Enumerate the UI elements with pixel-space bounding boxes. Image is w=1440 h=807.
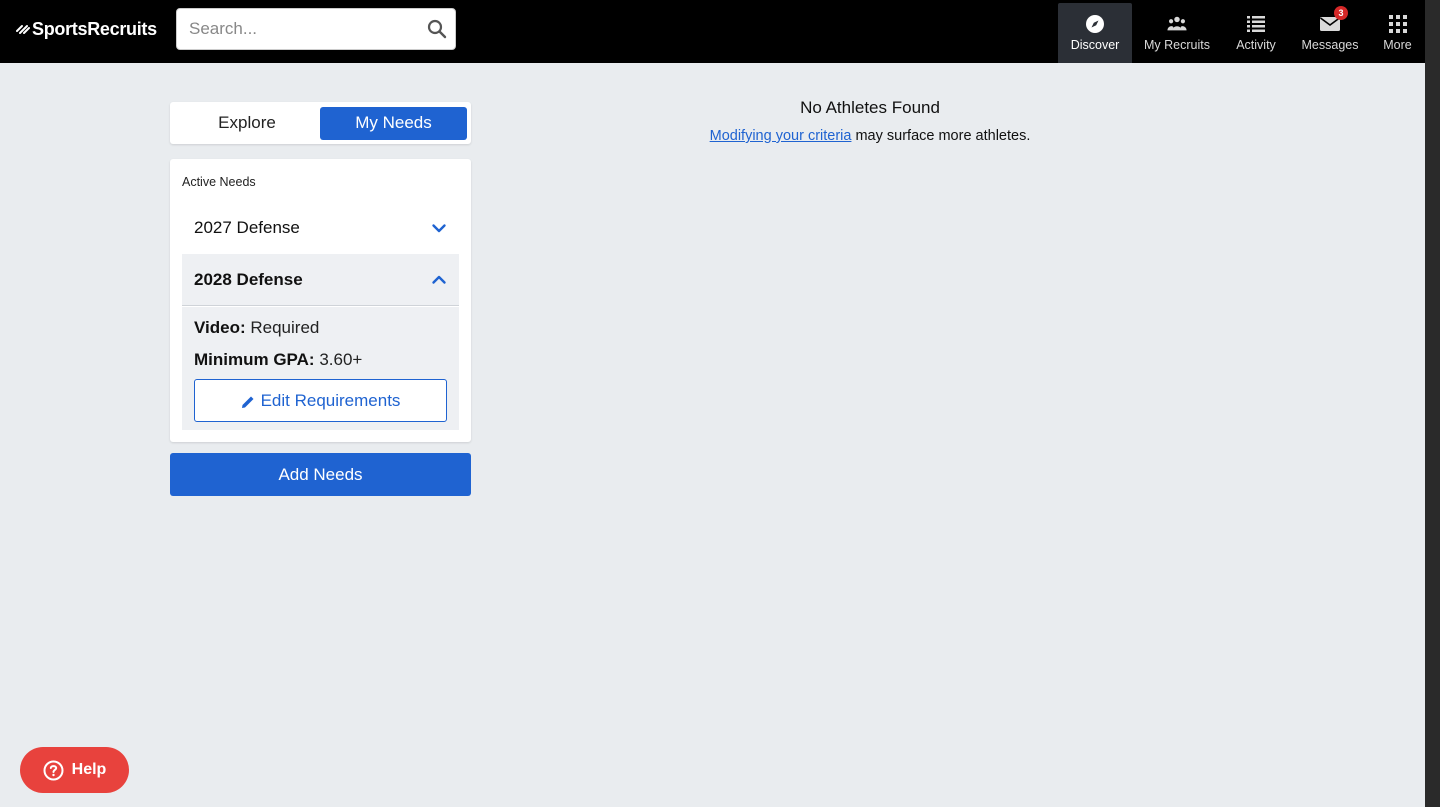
top-navigation-bar: SportsRecruits Search... Discover My Rec… (0, 0, 1425, 63)
gpa-label: Minimum GPA: (194, 350, 315, 369)
modify-criteria-link[interactable]: Modifying your criteria (710, 128, 852, 144)
people-icon (1167, 14, 1187, 34)
nav-more[interactable]: More (1370, 3, 1425, 63)
gpa-value: 3.60+ (319, 350, 363, 369)
nav-activity[interactable]: Activity (1222, 3, 1290, 63)
edit-requirements-label: Edit Requirements (260, 390, 401, 410)
tab-my-needs[interactable]: My Needs (320, 106, 467, 140)
active-needs-label: Active Needs (182, 175, 256, 189)
logo-text: SportsRecruits (32, 18, 157, 39)
active-needs-card: Active Needs 2027 Defense 2028 Defense V… (170, 159, 471, 442)
need-details-panel: Video: Required Minimum GPA: 3.60+ Edit … (182, 307, 459, 430)
search-box (176, 8, 456, 50)
add-needs-button[interactable]: Add Needs (170, 453, 471, 496)
messages-badge: 3 (1334, 6, 1348, 20)
chevron-down-icon (431, 220, 447, 236)
nav-discover[interactable]: Discover (1058, 3, 1132, 63)
search-input[interactable] (177, 19, 417, 39)
nav-my-recruits-label: My Recruits (1144, 38, 1210, 52)
list-icon (1246, 14, 1266, 34)
nav-messages[interactable]: 3 Messages (1290, 3, 1370, 63)
main-nav: Discover My Recruits Activity 3 Messages… (1058, 3, 1425, 63)
nav-activity-label: Activity (1236, 38, 1276, 52)
no-results-title: No Athletes Found (800, 98, 940, 117)
question-circle-icon (43, 760, 64, 781)
nav-more-label: More (1383, 38, 1412, 52)
pencil-icon (241, 394, 255, 408)
chevron-up-icon (431, 272, 447, 288)
search-icon[interactable] (427, 19, 447, 39)
nav-discover-label: Discover (1070, 38, 1120, 52)
app: SportsRecruits Search... Discover My Rec… (0, 0, 1440, 807)
tab-explore[interactable]: Explore (174, 107, 320, 140)
logo-mark-icon (16, 22, 30, 36)
grid-icon (1388, 14, 1408, 34)
help-label: Help (71, 761, 107, 778)
no-results-suffix: may surface more athletes. (851, 128, 1031, 144)
video-label: Video: (194, 318, 246, 337)
gpa-requirement: Minimum GPA: 3.60+ (194, 350, 362, 370)
nav-messages-label: Messages (1301, 38, 1359, 52)
logo[interactable]: SportsRecruits (16, 18, 157, 40)
help-button[interactable]: Help (20, 747, 129, 793)
edit-requirements-button[interactable]: Edit Requirements (194, 379, 447, 422)
need-item-2027-defense[interactable]: 2027 Defense (182, 202, 459, 254)
main-area: SportsRecruits Search... Discover My Rec… (0, 0, 1425, 807)
need-item-2028-defense[interactable]: 2028 Defense (182, 254, 459, 306)
video-requirement: Video: Required (194, 318, 319, 338)
window-edge (1425, 0, 1440, 807)
no-results-message: Modifying your criteria may surface more… (640, 128, 1100, 144)
view-toggle: Explore My Needs (170, 102, 471, 144)
need-item-title: 2027 Defense (194, 218, 300, 237)
video-value: Required (250, 318, 320, 337)
compass-icon (1085, 14, 1105, 34)
need-item-title: 2028 Defense (194, 269, 303, 289)
nav-my-recruits[interactable]: My Recruits (1132, 3, 1222, 63)
